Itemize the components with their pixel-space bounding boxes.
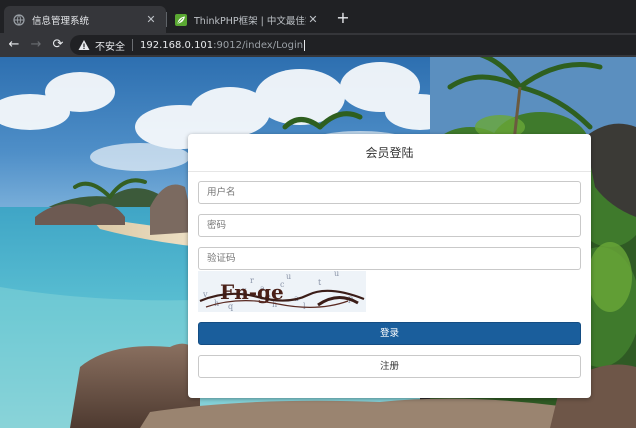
new-tab-button[interactable]: + [334, 9, 352, 27]
text-caret [304, 39, 306, 51]
browser-tab-active[interactable]: 信息管理系统 ✕ [4, 6, 166, 33]
captcha-image[interactable]: vhq rae uha ltu pxc Fn-ge [198, 271, 366, 312]
security-status-label[interactable]: 不安全 [95, 38, 125, 53]
login-button[interactable]: 登录 [198, 322, 581, 345]
tab-close-icon[interactable]: ✕ [144, 13, 158, 26]
address-divider [132, 39, 133, 51]
warning-triangle-icon [78, 40, 90, 50]
browser-toolbar: ← → ⟳ 不安全 192.168.0.101 :9012/index/Logi… [0, 33, 636, 57]
captcha-input[interactable] [198, 247, 581, 270]
browser-tab-inactive[interactable]: ThinkPHP框架 | 中文最佳实践PH ✕ [166, 6, 328, 33]
reload-button[interactable]: ⟳ [49, 36, 67, 54]
tab-title: 信息管理系统 [32, 15, 90, 27]
tab-close-icon[interactable]: ✕ [306, 13, 320, 26]
svg-text:u: u [286, 272, 291, 281]
register-button[interactable]: 注册 [198, 355, 581, 378]
back-button[interactable]: ← [5, 36, 23, 54]
address-bar[interactable]: 不安全 192.168.0.101 :9012/index/Login [70, 35, 636, 55]
svg-text:u: u [334, 271, 339, 278]
captcha-graphic: vh q rae uha ltu pxc Fn-ge [199, 271, 365, 311]
password-input[interactable] [198, 214, 581, 237]
username-input[interactable] [198, 181, 581, 204]
svg-text:t: t [318, 278, 322, 287]
globe-icon [13, 13, 25, 26]
url-path: :9012/index/Login [213, 39, 304, 51]
svg-text:l: l [303, 302, 306, 311]
login-card: 会员登陆 vhq rae uha ltu pxc Fn-ge 登录 注册 [188, 134, 591, 398]
forward-button[interactable]: → [27, 36, 45, 54]
tab-title: ThinkPHP框架 | 中文最佳实践PH [194, 15, 306, 27]
page-viewport: 会员登陆 vhq rae uha ltu pxc Fn-ge 登录 注册 [0, 57, 636, 428]
login-title: 会员登陆 [188, 134, 591, 172]
browser-tab-strip: 信息管理系统 ✕ ThinkPHP框架 | 中文最佳实践PH ✕ + [0, 0, 636, 33]
thinkphp-leaf-icon [175, 13, 187, 26]
url-host: 192.168.0.101 [140, 39, 214, 51]
